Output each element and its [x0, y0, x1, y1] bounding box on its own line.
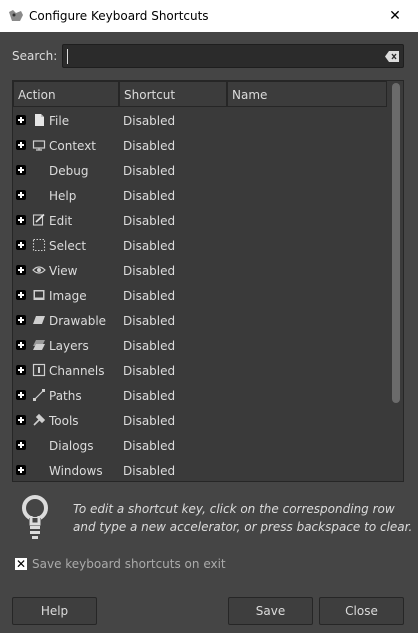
- file-icon: [35, 114, 44, 126]
- drawable-icon: [33, 316, 45, 324]
- column-action[interactable]: Action: [13, 81, 119, 107]
- row-action-label: Paths: [49, 389, 82, 403]
- row-shortcut: Disabled: [123, 414, 176, 428]
- expand-icon[interactable]: [16, 165, 26, 175]
- expand-icon[interactable]: [16, 465, 26, 475]
- expand-icon[interactable]: [16, 290, 26, 300]
- title-bar: Configure Keyboard Shortcuts ✕: [0, 0, 418, 32]
- shortcuts-tree[interactable]: Action Shortcut Name File Disabled Conte…: [12, 80, 404, 482]
- expand-icon[interactable]: [16, 265, 26, 275]
- tree-row-windows[interactable]: Windows Disabled: [13, 459, 389, 481]
- tree-row-file[interactable]: File Disabled: [13, 109, 389, 134]
- backspace-icon[interactable]: [385, 51, 399, 62]
- tree-row-edit[interactable]: Edit Disabled: [13, 209, 389, 234]
- eye-icon: [32, 266, 46, 274]
- row-shortcut: Disabled: [123, 289, 176, 303]
- expand-icon[interactable]: [16, 390, 26, 400]
- tools-icon: [33, 413, 46, 426]
- expand-icon[interactable]: [16, 315, 26, 325]
- row-action-label: Context: [49, 139, 97, 153]
- layers-icon: [33, 340, 45, 350]
- expand-icon[interactable]: [16, 365, 26, 375]
- row-action-label: Layers: [49, 339, 89, 353]
- row-action-label: Windows: [49, 464, 103, 478]
- expand-icon[interactable]: [16, 140, 26, 150]
- expand-icon[interactable]: [16, 415, 26, 425]
- expand-icon[interactable]: [16, 440, 26, 450]
- search-input[interactable]: [62, 44, 404, 68]
- window-title: Configure Keyboard Shortcuts: [29, 9, 209, 23]
- close-button[interactable]: Close: [319, 597, 404, 625]
- row-shortcut: Disabled: [123, 114, 176, 128]
- edit-icon: [32, 213, 45, 226]
- context-icon: [32, 140, 46, 151]
- save-on-exit-checkbox[interactable]: ✕: [15, 558, 27, 570]
- hint-area: To edit a shortcut key, click on the cor…: [12, 490, 416, 542]
- row-shortcut: Disabled: [123, 164, 176, 178]
- column-name[interactable]: Name: [227, 81, 387, 107]
- row-shortcut: Disabled: [123, 189, 176, 203]
- channels-icon: [32, 363, 46, 377]
- row-action-label: View: [49, 264, 78, 278]
- close-icon: ✕: [389, 8, 401, 24]
- row-action-label: Channels: [49, 364, 105, 378]
- row-action-label: Help: [49, 189, 77, 203]
- help-button[interactable]: Help: [12, 597, 97, 625]
- tree-rows: File Disabled Context Disabled Debug Dis…: [13, 109, 389, 481]
- row-action-label: Debug: [49, 164, 89, 178]
- paths-icon: [33, 389, 45, 401]
- row-shortcut: Disabled: [123, 464, 176, 478]
- vertical-scrollbar[interactable]: [389, 81, 403, 481]
- expand-icon[interactable]: [16, 190, 26, 200]
- gimp-app-icon: [9, 10, 23, 21]
- tree-row-view[interactable]: View Disabled: [13, 259, 389, 284]
- row-action-label: Image: [49, 289, 87, 303]
- search-label: Search:: [12, 49, 58, 63]
- row-action-label: Drawable: [49, 314, 107, 328]
- tree-row-context[interactable]: Context Disabled: [13, 134, 389, 159]
- row-shortcut: Disabled: [123, 439, 176, 453]
- row-action-label: Dialogs: [49, 439, 94, 453]
- row-shortcut: Disabled: [123, 239, 176, 253]
- hint-text: To edit a shortcut key, click on the cor…: [73, 502, 413, 534]
- row-shortcut: Disabled: [123, 214, 176, 228]
- tree-row-dialogs[interactable]: Dialogs Disabled: [13, 434, 389, 459]
- expand-icon[interactable]: [16, 240, 26, 250]
- tree-row-drawable[interactable]: Drawable Disabled: [13, 309, 389, 334]
- image-icon: [33, 290, 45, 300]
- select-icon: [32, 238, 46, 252]
- lightbulb-icon: [22, 495, 48, 539]
- tree-row-tools[interactable]: Tools Disabled: [13, 409, 389, 434]
- tree-row-debug[interactable]: Debug Disabled: [13, 159, 389, 184]
- text-cursor: [67, 49, 68, 64]
- row-shortcut: Disabled: [123, 364, 176, 378]
- row-shortcut: Disabled: [123, 389, 176, 403]
- row-action-label: File: [49, 114, 70, 128]
- tree-header: Action Shortcut Name: [13, 81, 389, 109]
- row-action-label: Tools: [49, 414, 79, 428]
- row-shortcut: Disabled: [123, 264, 176, 278]
- tree-row-select[interactable]: Select Disabled: [13, 234, 389, 259]
- search-row: Search:: [12, 44, 404, 68]
- scrollbar-thumb[interactable]: [392, 83, 400, 403]
- column-shortcut[interactable]: Shortcut: [119, 81, 227, 107]
- tree-row-image[interactable]: Image Disabled: [13, 284, 389, 309]
- row-shortcut: Disabled: [123, 339, 176, 353]
- row-shortcut: Disabled: [123, 139, 176, 153]
- window-close-button[interactable]: ✕: [372, 0, 418, 32]
- tree-row-paths[interactable]: Paths Disabled: [13, 384, 389, 409]
- tree-row-help[interactable]: Help Disabled: [13, 184, 389, 209]
- save-button[interactable]: Save: [228, 597, 313, 625]
- tree-row-channels[interactable]: Channels Disabled: [13, 359, 389, 384]
- save-on-exit-label[interactable]: Save keyboard shortcuts on exit: [32, 557, 226, 571]
- tree-row-layers[interactable]: Layers Disabled: [13, 334, 389, 359]
- expand-icon[interactable]: [16, 115, 26, 125]
- row-action-label: Select: [49, 239, 87, 253]
- row-action-label: Edit: [49, 214, 73, 228]
- expand-icon[interactable]: [16, 215, 26, 225]
- expand-icon[interactable]: [16, 340, 26, 350]
- row-shortcut: Disabled: [123, 314, 176, 328]
